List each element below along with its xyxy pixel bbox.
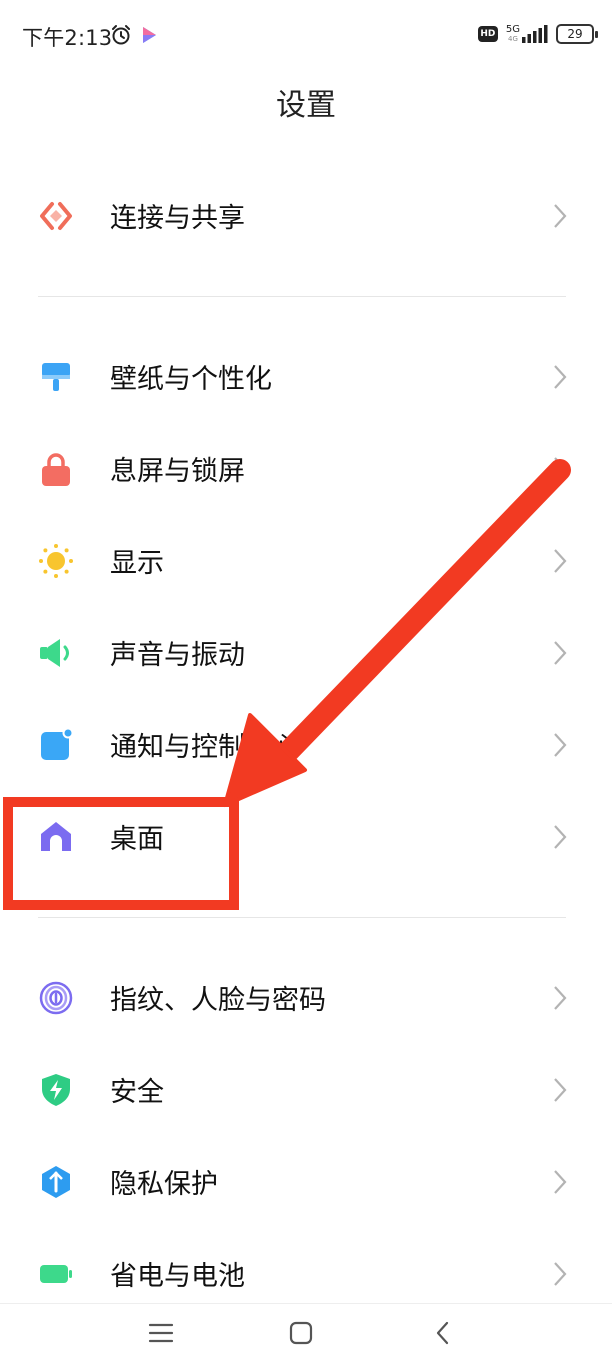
chevron-right-icon [554,733,567,757]
settings-item-notifications[interactable]: 通知与控制中心 [0,705,612,785]
battery-indicator: 29 [556,24,598,44]
settings-item-fingerprint[interactable]: 指纹、人脸与密码 [0,958,612,1038]
chevron-right-icon [554,1262,567,1286]
notification-icon [41,727,74,760]
page-title: 设置 [276,88,336,123]
sun-icon [39,544,73,578]
fingerprint-icon [39,981,73,1015]
settings-item-label: 壁纸与个性化 [110,364,272,395]
share-connect-icon [40,202,72,230]
chevron-right-icon [554,365,567,389]
chevron-right-icon [554,204,567,228]
signal-group: 5G 4G [506,25,548,43]
status-left-icons [110,24,158,46]
settings-item-label: 安全 [110,1077,164,1108]
settings-item-label: 省电与电池 [110,1261,245,1292]
settings-item-label: 连接与共享 [110,203,245,234]
back-icon[interactable] [428,1320,458,1346]
settings-item-label: 通知与控制中心 [110,732,299,763]
settings-item-privacy[interactable]: 隐私保护 [0,1142,612,1222]
settings-item-label: 息屏与锁屏 [110,456,245,487]
settings-item-desktop[interactable]: 桌面 [0,797,612,877]
chevron-right-icon [554,986,567,1010]
chevron-right-icon [554,1078,567,1102]
status-time: 下午2:13 [22,26,113,50]
settings-item-security[interactable]: 安全 [0,1050,612,1130]
chevron-right-icon [554,641,567,665]
privacy-icon [42,1166,70,1198]
navigation-bar [0,1310,612,1353]
settings-item-sound[interactable]: 声音与振动 [0,613,612,693]
home-icon [41,822,71,851]
menu-icon[interactable] [146,1320,176,1346]
settings-item-display[interactable]: 显示 [0,521,612,601]
section-divider [38,917,566,918]
settings-item-label: 显示 [110,548,164,579]
chevron-right-icon [554,825,567,849]
status-right-icons: HD 5G 4G 29 [477,24,598,44]
nav-divider [0,1303,612,1304]
settings-item-connection-sharing[interactable]: 连接与共享 [0,176,612,256]
lock-icon [42,453,70,486]
signal-icon [522,25,548,43]
status-bar: 下午2:13 HD 5G 4G 29 [0,0,612,72]
settings-item-label: 声音与振动 [110,640,245,671]
chevron-right-icon [554,549,567,573]
chevron-right-icon [554,457,567,481]
chevron-right-icon [554,1170,567,1194]
battery-icon [40,1265,72,1283]
settings-item-battery[interactable]: 省电与电池 [0,1234,612,1314]
alarm-icon [112,25,130,45]
video-app-icon [143,27,156,43]
network-sub: 4G [507,35,518,43]
speaker-icon [40,639,69,667]
settings-item-wallpaper[interactable]: 壁纸与个性化 [0,337,612,417]
home-square-icon[interactable] [286,1320,316,1346]
hd-badge: HD [477,26,498,42]
settings-item-label: 隐私保护 [110,1169,218,1200]
settings-item-label: 指纹、人脸与密码 [110,985,326,1016]
network-type: 5G [505,24,520,35]
settings-item-lock-screen[interactable]: 息屏与锁屏 [0,429,612,509]
wallpaper-brush-icon [42,363,70,391]
shield-bolt-icon [42,1074,70,1106]
section-divider [38,296,566,297]
settings-item-label: 桌面 [110,824,164,855]
